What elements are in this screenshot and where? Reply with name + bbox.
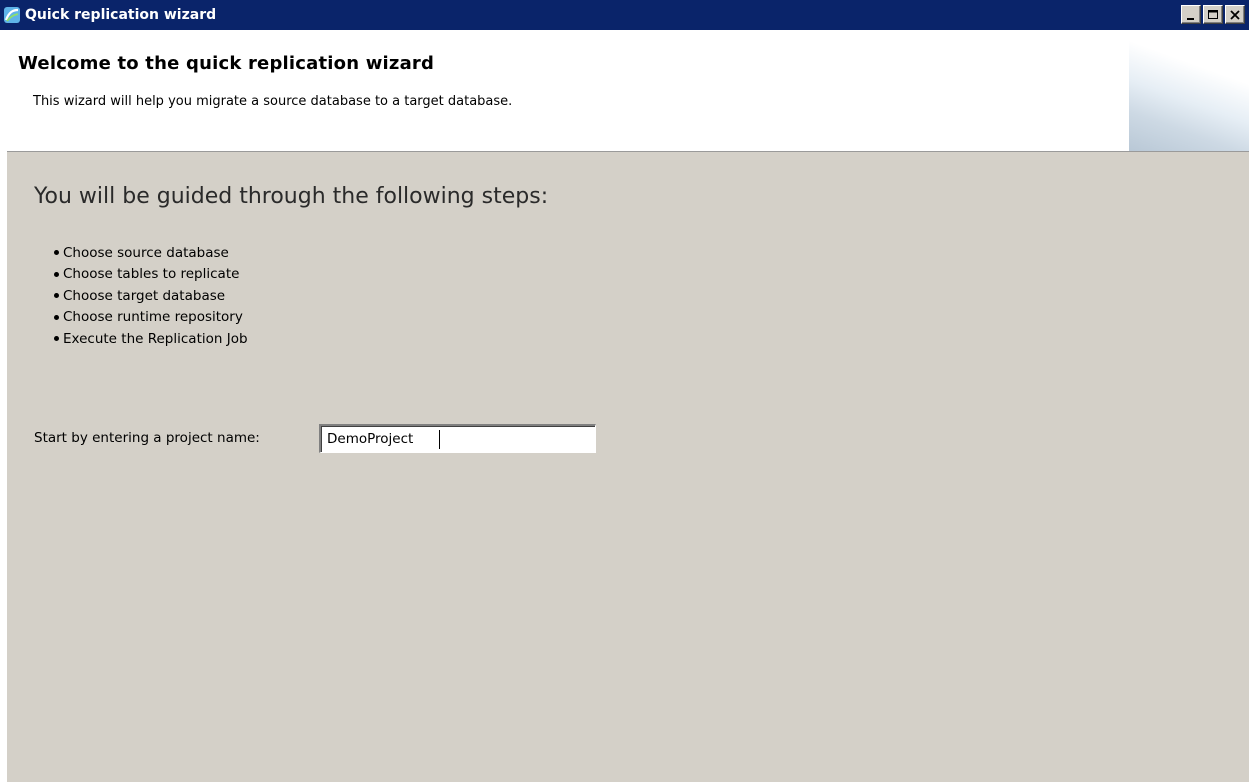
bullet-icon [54,293,59,299]
close-button[interactable] [1225,5,1245,24]
project-name-label: Start by entering a project name: [34,430,260,446]
frame-left [0,30,7,782]
step-item: Choose tables to replicate [54,264,248,286]
maximize-icon [1208,9,1218,19]
text-caret [439,430,440,449]
step-label: Choose runtime repository [63,309,243,326]
step-item: Choose runtime repository [54,307,248,329]
bullet-icon [54,314,59,320]
wizard-window: Quick replication wizard Welcome to the … [0,0,1249,782]
minimize-button[interactable] [1181,5,1201,24]
step-label: Choose source database [63,244,229,261]
step-label: Choose tables to replicate [63,266,240,283]
window-title: Quick replication wizard [25,7,217,23]
steps-heading: You will be guided through the following… [34,184,549,209]
step-label: Execute the Replication Job [63,330,248,347]
step-label: Choose target database [63,287,226,304]
wizard-content: You will be guided through the following… [7,152,1249,782]
frame-top [0,30,1249,37]
project-name-input[interactable] [319,424,596,453]
minimize-icon [1187,17,1194,20]
header-description: This wizard will help you migrate a sour… [33,94,513,109]
bullet-icon [54,336,59,342]
header-banner-graphic [1129,37,1249,151]
steps-list: Choose source database Choose tables to … [54,242,248,350]
step-item: Execute the Replication Job [54,328,248,350]
step-item: Choose source database [54,242,248,264]
maximize-button[interactable] [1203,5,1223,24]
bullet-icon [54,271,59,277]
app-icon [3,6,21,24]
header-title: Welcome to the quick replication wizard [18,53,435,74]
window-controls [1181,5,1245,24]
close-icon [1230,9,1240,20]
step-item: Choose target database [54,285,248,307]
wizard-header: Welcome to the quick replication wizard … [7,37,1249,152]
title-bar[interactable]: Quick replication wizard [0,0,1249,30]
bullet-icon [54,250,59,256]
